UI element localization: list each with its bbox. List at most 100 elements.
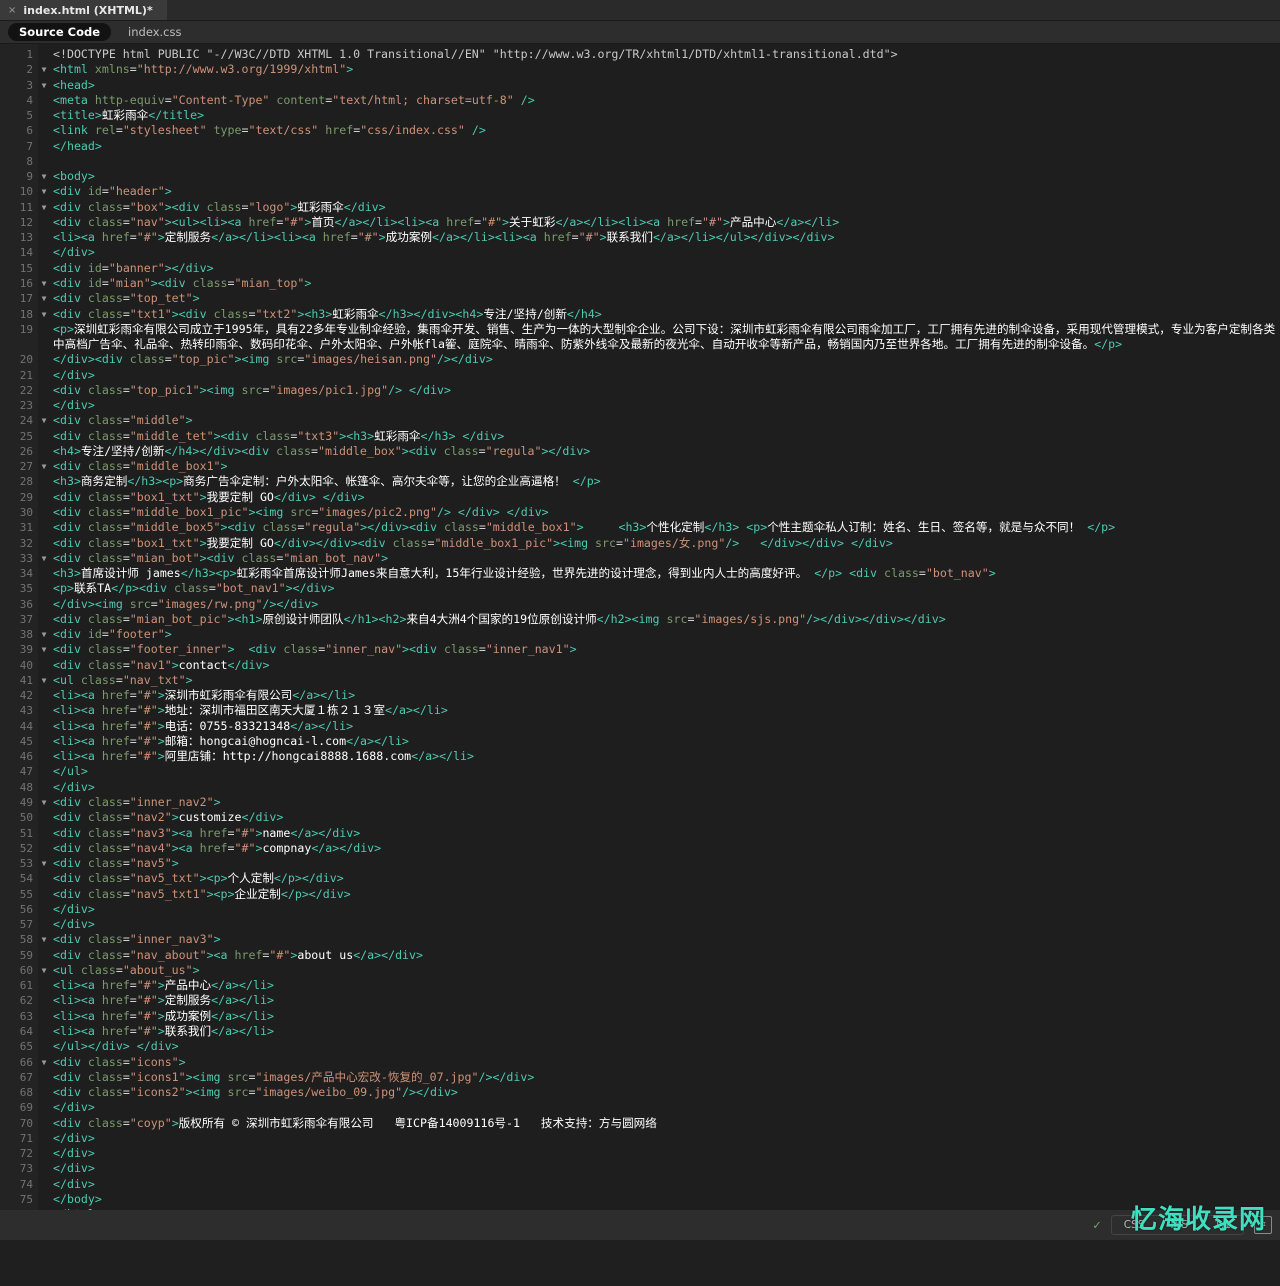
code-line[interactable]: 44 <li><a href="#">电话：0755-83321348</a></… <box>0 719 1280 734</box>
code-line-text[interactable]: </div> <box>50 902 1280 917</box>
code-line[interactable]: 69 </div> <box>0 1100 1280 1115</box>
code-line[interactable]: 20 </div><div class="top_pic"><img src="i… <box>0 352 1280 367</box>
code-line-text[interactable]: <div class="box1_txt">我要定制 GO</div> </di… <box>50 490 1280 505</box>
code-line-text[interactable]: <div class="inner_nav3"> <box>50 932 1280 947</box>
code-line[interactable]: 73 </div> <box>0 1161 1280 1176</box>
code-line-text[interactable]: </ul></div> </div> <box>50 1039 1280 1054</box>
fold-triangle-icon[interactable]: ▼ <box>38 795 50 810</box>
code-line-text[interactable]: <html xmlns="http://www.w3.org/1999/xhtm… <box>50 62 1280 77</box>
editor-tab-index-html[interactable]: × index.html (XHTML)* <box>0 0 167 20</box>
code-line[interactable]: 48 </div> <box>0 780 1280 795</box>
fold-triangle-icon[interactable]: ▼ <box>38 413 50 428</box>
code-line[interactable]: 46 <li><a href="#">阿里店铺：http://hongcai888… <box>0 749 1280 764</box>
code-line[interactable]: 6 <link rel="stylesheet" type="text/css" … <box>0 123 1280 138</box>
code-line-text[interactable]: <div class="middle_box5"><div class="reg… <box>50 520 1280 535</box>
code-line-text[interactable]: <div class="nav4"><a href="#">compnay</a… <box>50 841 1280 856</box>
code-line-text[interactable]: <div class="icons1"><img src="images/产品中… <box>50 1070 1280 1085</box>
code-line-text[interactable]: </div> <box>50 917 1280 932</box>
code-line-text[interactable]: <li><a href="#">电话：0755-83321348</a></li… <box>50 719 1280 734</box>
code-line-text[interactable] <box>50 154 1280 169</box>
tab-index-css[interactable]: index.css <box>117 23 192 41</box>
code-line-text[interactable]: <body> <box>50 169 1280 184</box>
code-line[interactable]: 49 ▼ <div class="inner_nav2"> <box>0 795 1280 810</box>
code-line[interactable]: 9 ▼ <body> <box>0 169 1280 184</box>
code-line[interactable]: 61 <li><a href="#">产品中心</a></li> <box>0 978 1280 993</box>
code-line[interactable]: 16 ▼ <div id="mian"><div class="mian_top"> <box>0 276 1280 291</box>
code-line-text[interactable]: <div class="footer_inner"> <div class="i… <box>50 642 1280 657</box>
code-line[interactable]: 54 <div class="nav5_txt"><p>个人定制</p></div… <box>0 871 1280 886</box>
code-line-text[interactable]: <div class="icons2"><img src="images/wei… <box>50 1085 1280 1100</box>
code-line-text[interactable]: <div class="nav1">contact</div> <box>50 658 1280 673</box>
status-insert-mode[interactable]: INS <box>1170 1219 1188 1231</box>
code-line[interactable]: 55 <div class="nav5_txt1"><p>企业定制</p></di… <box>0 887 1280 902</box>
status-syntax-mode[interactable]: CSS <box>1124 1219 1145 1231</box>
code-line[interactable]: 5 <title>虹彩雨伞</title> <box>0 108 1280 123</box>
code-line-text[interactable]: <ul class="about_us"> <box>50 963 1280 978</box>
code-line[interactable]: 35 <p>联系TA</p><div class="bot_nav1"></div… <box>0 581 1280 596</box>
fold-triangle-icon[interactable]: ▼ <box>38 62 50 77</box>
code-line-text[interactable]: <li><a href="#">联系我们</a></li> <box>50 1024 1280 1039</box>
code-line-text[interactable]: <div class="nav_about"><a href="#">about… <box>50 948 1280 963</box>
code-line[interactable]: 59 <div class="nav_about"><a href="#">abo… <box>0 948 1280 963</box>
code-line[interactable]: 32 <div class="box1_txt">我要定制 GO</div></d… <box>0 536 1280 551</box>
code-line[interactable]: 10 ▼ <div id="header"> <box>0 184 1280 199</box>
fold-triangle-icon[interactable]: ▼ <box>38 291 50 306</box>
code-line-text[interactable]: <ul class="nav_txt"> <box>50 673 1280 688</box>
code-line[interactable]: 62 <li><a href="#">定制服务</a></li> <box>0 993 1280 1008</box>
code-line[interactable]: 53 ▼ <div class="nav5"> <box>0 856 1280 871</box>
code-line-text[interactable]: <li><a href="#">深圳市虹彩雨伞有限公司</a></li> <box>50 688 1280 703</box>
code-line[interactable]: 26 <h4>专注/坚持/创新</h4></div><div class="mid… <box>0 444 1280 459</box>
fold-triangle-icon[interactable]: ▼ <box>38 276 50 291</box>
code-line-text[interactable]: <p>联系TA</p><div class="bot_nav1"></div> <box>50 581 1280 596</box>
code-editor[interactable]: 1 <!DOCTYPE html PUBLIC "-//W3C//DTD XHTM… <box>0 44 1280 1240</box>
code-line[interactable]: 75 </body> <box>0 1192 1280 1207</box>
code-line-text[interactable]: <div class="middle"> <box>50 413 1280 428</box>
code-line-text[interactable]: <div class="box1_txt">我要定制 GO</div></div… <box>50 536 1280 551</box>
code-line-text[interactable]: <!DOCTYPE html PUBLIC "-//W3C//DTD XHTML… <box>50 47 1280 62</box>
code-line[interactable]: 71 </div> <box>0 1131 1280 1146</box>
code-line-text[interactable]: <div id="header"> <box>50 184 1280 199</box>
code-line[interactable]: 18 ▼ <div class="txt1"><div class="txt2"><… <box>0 307 1280 322</box>
code-line[interactable]: 7 </head> <box>0 139 1280 154</box>
code-line[interactable]: 24 ▼ <div class="middle"> <box>0 413 1280 428</box>
code-line[interactable]: 33 ▼ <div class="mian_bot"><div class="mia… <box>0 551 1280 566</box>
code-line[interactable]: 21 </div> <box>0 368 1280 383</box>
fold-triangle-icon[interactable]: ▼ <box>38 627 50 642</box>
code-line[interactable]: 15 <div id="banner"></div> <box>0 261 1280 276</box>
code-line[interactable]: 11 ▼ <div class="box"><div class="logo">虹彩… <box>0 200 1280 215</box>
code-line[interactable]: 38 ▼ <div id="footer"> <box>0 627 1280 642</box>
code-line-text[interactable]: <head> <box>50 78 1280 93</box>
code-line[interactable]: 45 <li><a href="#">邮箱：hongcai@hogncai-l.c… <box>0 734 1280 749</box>
code-line[interactable]: 47 </ul> <box>0 764 1280 779</box>
code-line-text[interactable]: <li><a href="#">定制服务</a></li><li><a href… <box>50 230 1280 245</box>
code-line-text[interactable]: </div> <box>50 1100 1280 1115</box>
code-line[interactable]: 64 <li><a href="#">联系我们</a></li> <box>0 1024 1280 1039</box>
code-content[interactable]: 1 <!DOCTYPE html PUBLIC "-//W3C//DTD XHTM… <box>0 44 1280 1238</box>
code-line[interactable]: 25 <div class="middle_tet"><div class="tx… <box>0 429 1280 444</box>
fold-triangle-icon[interactable]: ▼ <box>38 673 50 688</box>
fold-triangle-icon[interactable]: ▼ <box>38 307 50 322</box>
code-line-text[interactable]: </div> <box>50 398 1280 413</box>
code-line[interactable]: 51 <div class="nav3"><a href="#">name</a>… <box>0 826 1280 841</box>
code-line-text[interactable]: <h4>专注/坚持/创新</h4></div><div class="middl… <box>50 444 1280 459</box>
fold-triangle-icon[interactable]: ▼ <box>38 551 50 566</box>
code-line-text[interactable]: <li><a href="#">定制服务</a></li> <box>50 993 1280 1008</box>
code-line[interactable]: 66 ▼ <div class="icons"> <box>0 1055 1280 1070</box>
code-line-text[interactable]: <div class="top_pic1"><img src="images/p… <box>50 383 1280 398</box>
code-line-text[interactable]: </div> <box>50 245 1280 260</box>
code-line-text[interactable]: </head> <box>50 139 1280 154</box>
code-line-text[interactable]: <link rel="stylesheet" type="text/css" h… <box>50 123 1280 138</box>
fold-triangle-icon[interactable]: ▼ <box>38 200 50 215</box>
code-line-text[interactable]: </div><div class="top_pic"><img src="ima… <box>50 352 1280 367</box>
code-line[interactable]: 23 </div> <box>0 398 1280 413</box>
code-line[interactable]: 50 <div class="nav2">customize</div> <box>0 810 1280 825</box>
code-line-text[interactable]: <div class="nav"><ul><li><a href="#">首页<… <box>50 215 1280 230</box>
code-line-text[interactable]: <div id="footer"> <box>50 627 1280 642</box>
code-line[interactable]: 40 <div class="nav1">contact</div> <box>0 658 1280 673</box>
code-line[interactable]: 30 <div class="middle_box1_pic"><img src=… <box>0 505 1280 520</box>
fold-triangle-icon[interactable]: ▼ <box>38 459 50 474</box>
code-line[interactable]: 31 <div class="middle_box5"><div class="r… <box>0 520 1280 535</box>
code-line-text[interactable]: <h3>商务定制</h3><p>商务广告伞定制：户外太阳伞、帐篷伞、高尔夫伞等，… <box>50 474 1280 489</box>
fold-triangle-icon[interactable]: ▼ <box>38 642 50 657</box>
code-line[interactable]: 42 <li><a href="#">深圳市虹彩雨伞有限公司</a></li> <box>0 688 1280 703</box>
